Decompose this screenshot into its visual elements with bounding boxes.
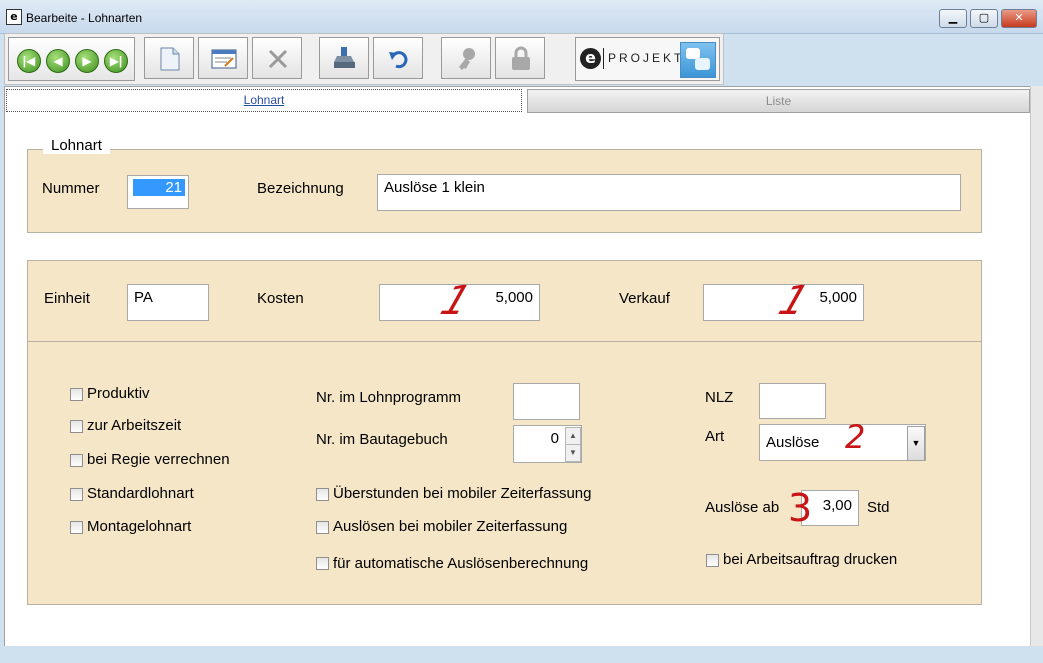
last-record-icon[interactable]: ▶| <box>104 49 128 73</box>
einheit-field[interactable]: PA <box>127 284 209 321</box>
tab-lohnart[interactable]: Lohnart <box>6 89 522 112</box>
logo-text: PROJEKT: <box>608 51 690 65</box>
lohnprogramm-label: Nr. im Lohnprogramm <box>316 389 462 406</box>
spin-up-icon[interactable]: ▲ <box>565 427 581 445</box>
ausloesen-mobil-checkbox[interactable] <box>316 521 329 534</box>
ausloese-ab-label: Auslöse ab <box>705 499 780 516</box>
auto-ausloesen-checkbox[interactable] <box>316 557 329 570</box>
art-label: Art <box>705 428 725 445</box>
bezeichnung-field[interactable]: Auslöse 1 klein <box>377 174 961 211</box>
undo-icon <box>389 51 408 69</box>
maximize-icon: ▢ <box>978 12 990 24</box>
arbeitszeit-checkbox[interactable] <box>70 420 83 433</box>
art-select[interactable]: Auslöse <box>759 424 926 461</box>
status-bar <box>0 646 1043 663</box>
toolbar: |◀ ◀ ▶ ▶| e PROJEKT: <box>4 33 724 85</box>
scrollbar[interactable] <box>1030 86 1043 646</box>
annotation-2-art: 2 <box>845 418 866 456</box>
bezeichnung-label: Bezeichnung <box>257 180 344 197</box>
nummer-field[interactable]: 21 <box>127 175 189 209</box>
auftrag-drucken-label: bei Arbeitsauftrag drucken <box>723 551 898 568</box>
verkauf-label: Verkauf <box>619 290 670 307</box>
nummer-label: Nummer <box>42 180 100 197</box>
arbeitszeit-label: zur Arbeitszeit <box>87 417 182 434</box>
help-chat-icon[interactable] <box>680 42 716 78</box>
nlz-label: NLZ <box>705 389 734 406</box>
lock-button[interactable] <box>495 37 545 79</box>
standardlohnart-label: Standardlohnart <box>87 485 194 502</box>
logo-divider <box>603 48 604 69</box>
produktiv-checkbox[interactable] <box>70 388 83 401</box>
nlz-field[interactable] <box>759 383 826 419</box>
bautagebuch-label: Nr. im Bautagebuch <box>316 431 448 448</box>
lock-icon <box>512 46 530 70</box>
edit-form-button[interactable] <box>198 37 248 79</box>
close-icon: ✕ <box>1014 12 1024 24</box>
delete-button[interactable] <box>252 37 302 79</box>
first-record-icon[interactable]: |◀ <box>17 49 41 73</box>
window-title: Bearbeite - Lohnarten <box>26 11 143 25</box>
close-button[interactable]: ✕ <box>1001 9 1037 28</box>
previous-record-icon[interactable]: ◀ <box>46 49 70 73</box>
edit-form-icon <box>211 49 237 69</box>
montagelohnart-checkbox[interactable] <box>70 521 83 534</box>
maximize-button[interactable]: ▢ <box>970 9 998 28</box>
delete-icon <box>268 49 288 69</box>
eprojekt-logo: e PROJEKT: <box>575 37 720 81</box>
logo-e-icon: e <box>580 48 601 69</box>
new-document-icon <box>160 47 180 71</box>
einheit-label: Einheit <box>44 290 90 307</box>
title-bar <box>0 0 1043 34</box>
montagelohnart-label: Montagelohnart <box>87 518 192 535</box>
nummer-value: 21 <box>133 179 185 196</box>
auftrag-drucken-checkbox[interactable] <box>706 554 719 567</box>
navigation-group: |◀ ◀ ▶ ▶| <box>8 37 135 81</box>
ueberstunden-checkbox[interactable] <box>316 488 329 501</box>
annotation-3-ausloese: 3 <box>788 486 813 530</box>
lohnart-legend: Lohnart <box>43 137 110 154</box>
app-icon: e <box>6 9 22 25</box>
save-button[interactable] <box>319 37 369 79</box>
key-icon <box>459 48 475 70</box>
regie-label: bei Regie verrechnen <box>87 451 230 468</box>
save-icon <box>334 47 355 68</box>
regie-checkbox[interactable] <box>70 454 83 467</box>
ueberstunden-label: Überstunden bei mobiler Zeiterfassung <box>333 485 592 502</box>
auto-ausloesen-label: für automatische Auslösenberechnung <box>333 555 589 572</box>
key-button[interactable] <box>441 37 491 79</box>
standardlohnart-checkbox[interactable] <box>70 488 83 501</box>
tab-liste[interactable]: Liste <box>527 89 1030 113</box>
chevron-down-icon[interactable]: ▼ <box>907 426 925 461</box>
spin-down-icon[interactable]: ▼ <box>565 444 581 462</box>
new-document-button[interactable] <box>144 37 194 79</box>
minimize-button[interactable]: ▁ <box>939 9 967 28</box>
kosten-label: Kosten <box>257 290 304 307</box>
undo-button[interactable] <box>373 37 423 79</box>
next-record-icon[interactable]: ▶ <box>75 49 99 73</box>
ausloese-ab-unit: Std <box>867 499 890 516</box>
lohnprogramm-field[interactable] <box>513 383 580 420</box>
produktiv-label: Produktiv <box>87 385 150 402</box>
ausloesen-mobil-label: Auslösen bei mobiler Zeiterfassung <box>333 518 568 535</box>
minimize-icon: ▁ <box>948 12 958 24</box>
art-select-value: Auslöse <box>766 434 820 451</box>
